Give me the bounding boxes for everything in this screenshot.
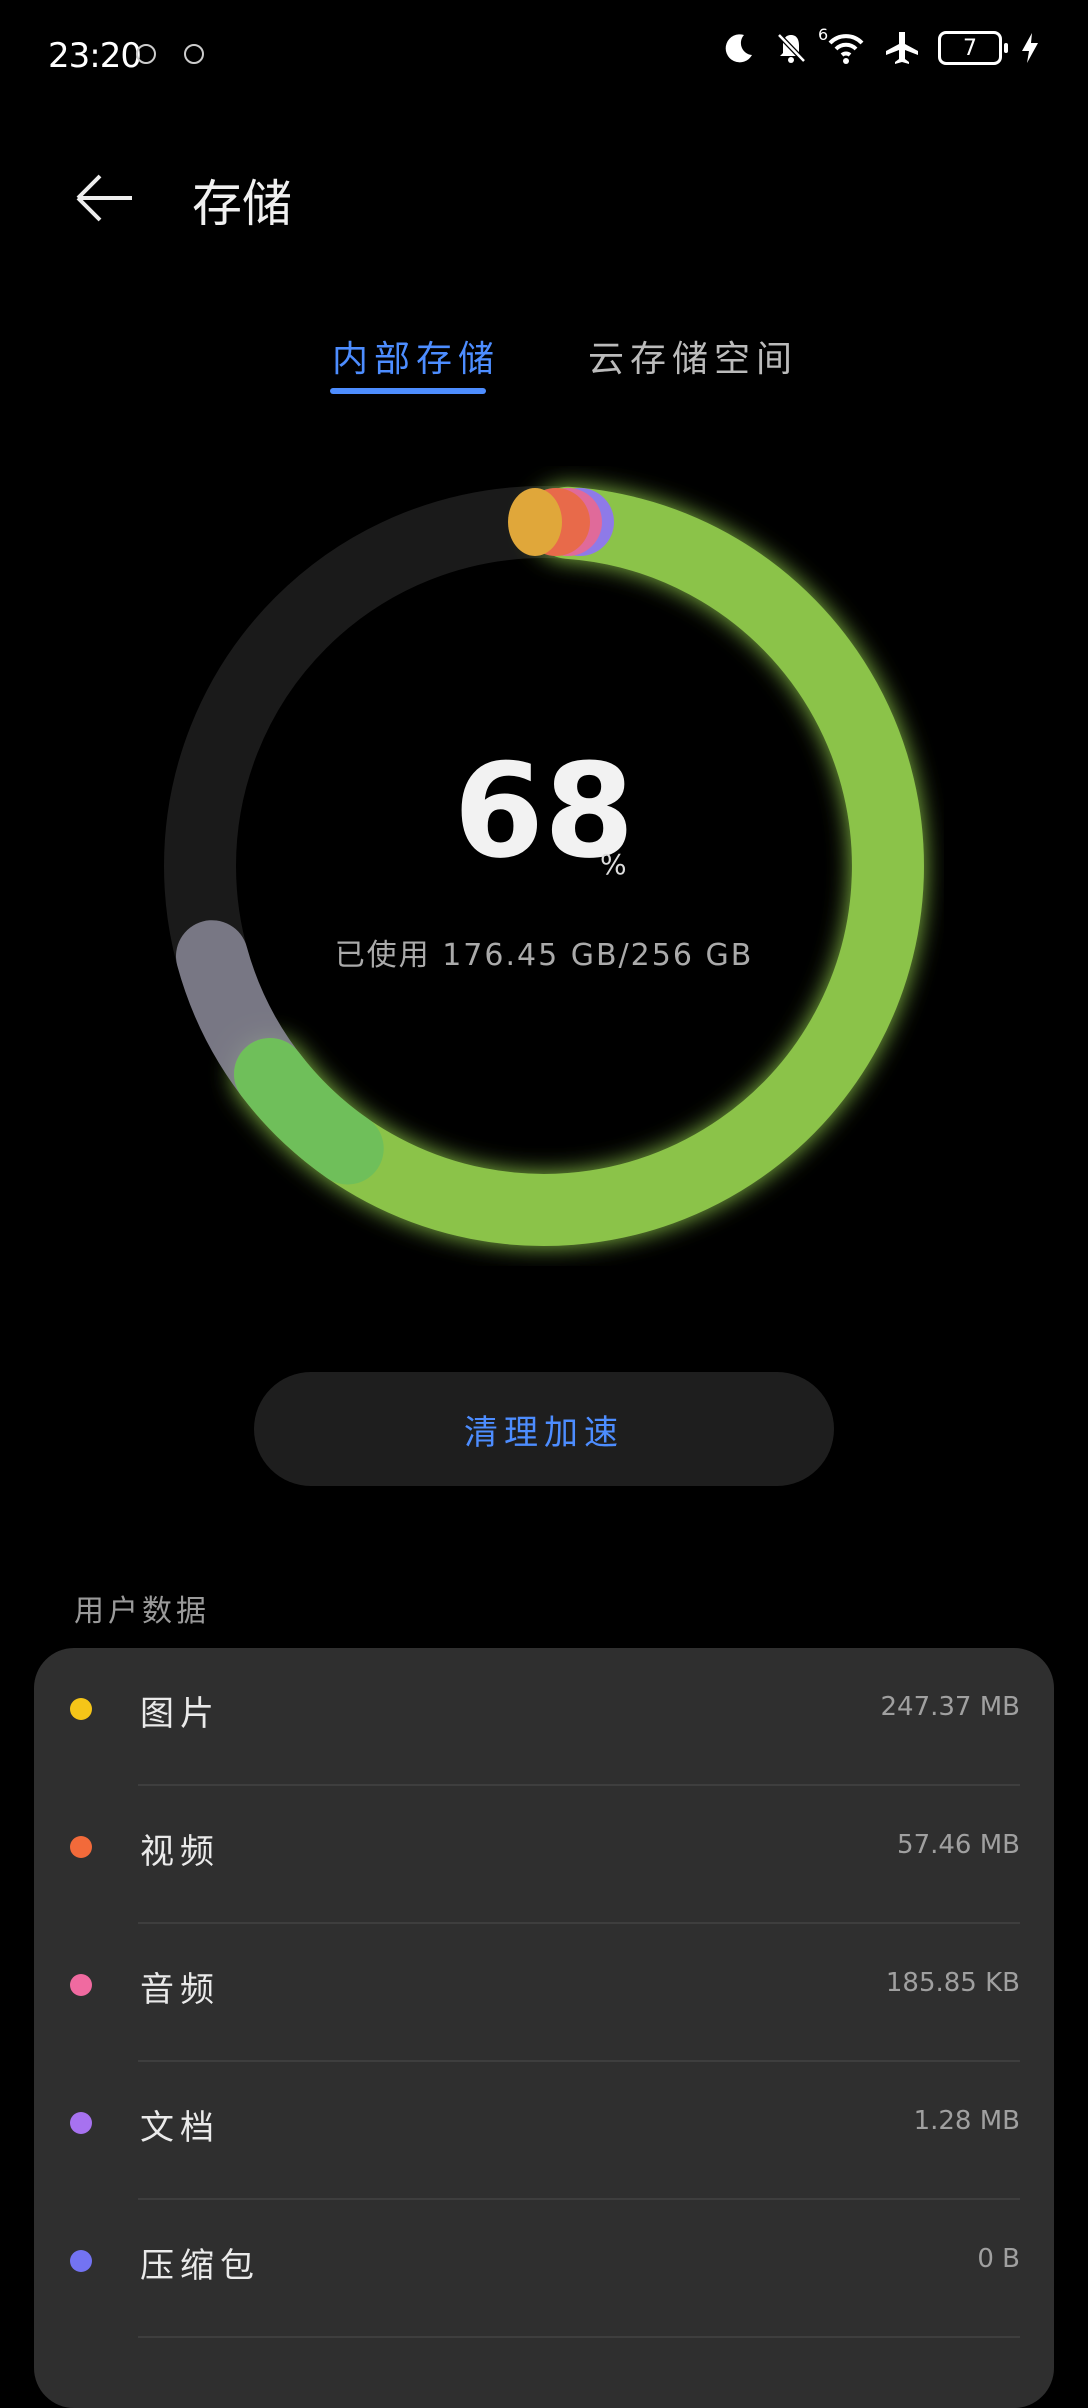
clean-accelerate-label: 清理加速	[464, 1412, 624, 1453]
row-divider	[138, 2336, 1020, 2338]
percent-symbol: %	[600, 848, 627, 881]
bell-off-icon	[777, 33, 806, 63]
list-item-audio[interactable]: 音频 185.85 KB	[34, 1924, 1054, 2062]
airplane-icon	[886, 32, 918, 64]
list-item-label: 文档	[140, 2108, 220, 2148]
charging-icon	[1022, 33, 1038, 63]
arrow-left-icon	[76, 174, 132, 222]
section-title-user-data: 用户数据	[74, 1594, 210, 1629]
signal-label: 6	[818, 25, 829, 44]
page-title: 存储	[192, 175, 292, 233]
storage-ring: 68 % 已使用 176.45 GB/256 GB	[144, 466, 944, 1266]
used-storage-text: 已使用 176.45 GB/256 GB	[334, 938, 754, 973]
list-item-label: 视频	[140, 1832, 220, 1872]
wifi-icon	[828, 34, 864, 64]
images-color-dot	[70, 1698, 92, 1720]
tab-underline	[330, 388, 486, 394]
tab-internal-storage[interactable]: 内部存储	[332, 330, 500, 382]
list-item-archives[interactable]: 压缩包 0 B	[34, 2200, 1054, 2338]
list-item-value: 57.46 MB	[897, 1830, 1020, 1860]
clean-accelerate-button[interactable]: 清理加速	[254, 1372, 834, 1486]
list-item-value: 1.28 MB	[913, 2106, 1020, 2136]
notification-icon	[184, 44, 204, 64]
list-item-value: 185.85 KB	[885, 1968, 1020, 1998]
list-item-images[interactable]: 图片 247.37 MB	[34, 1648, 1054, 1786]
list-item-value: 247.37 MB	[880, 1692, 1020, 1722]
status-time: 23:20	[48, 36, 142, 76]
list-item-videos[interactable]: 视频 57.46 MB	[34, 1786, 1054, 1924]
user-data-card: 图片 247.37 MB 视频 57.46 MB 音频 185.85 KB 文档…	[34, 1648, 1054, 2408]
moon-icon	[725, 34, 752, 63]
list-item-label: 音频	[140, 1970, 220, 2010]
tab-cloud-storage[interactable]: 云存储空间	[588, 330, 798, 382]
battery-level: 7	[963, 35, 977, 61]
storage-tabs: 内部存储 云存储空间	[0, 320, 1088, 400]
back-button[interactable]	[64, 158, 144, 238]
list-item-documents[interactable]: 文档 1.28 MB	[34, 2062, 1054, 2200]
status-bar: 23:20 6 7	[0, 0, 1088, 110]
list-item-value: 0 B	[977, 2244, 1020, 2274]
list-item-label: 压缩包	[140, 2246, 260, 2286]
ring-center: 68 % 已使用 176.45 GB/256 GB	[144, 466, 944, 1266]
list-item-label: 图片	[140, 1694, 220, 1734]
battery-icon: 7	[938, 31, 1008, 65]
audio-color-dot	[70, 1974, 92, 1996]
notification-icon	[136, 44, 156, 64]
header: 存储	[0, 140, 1088, 250]
archives-color-dot	[70, 2250, 92, 2272]
documents-color-dot	[70, 2112, 92, 2134]
videos-color-dot	[70, 1836, 92, 1858]
